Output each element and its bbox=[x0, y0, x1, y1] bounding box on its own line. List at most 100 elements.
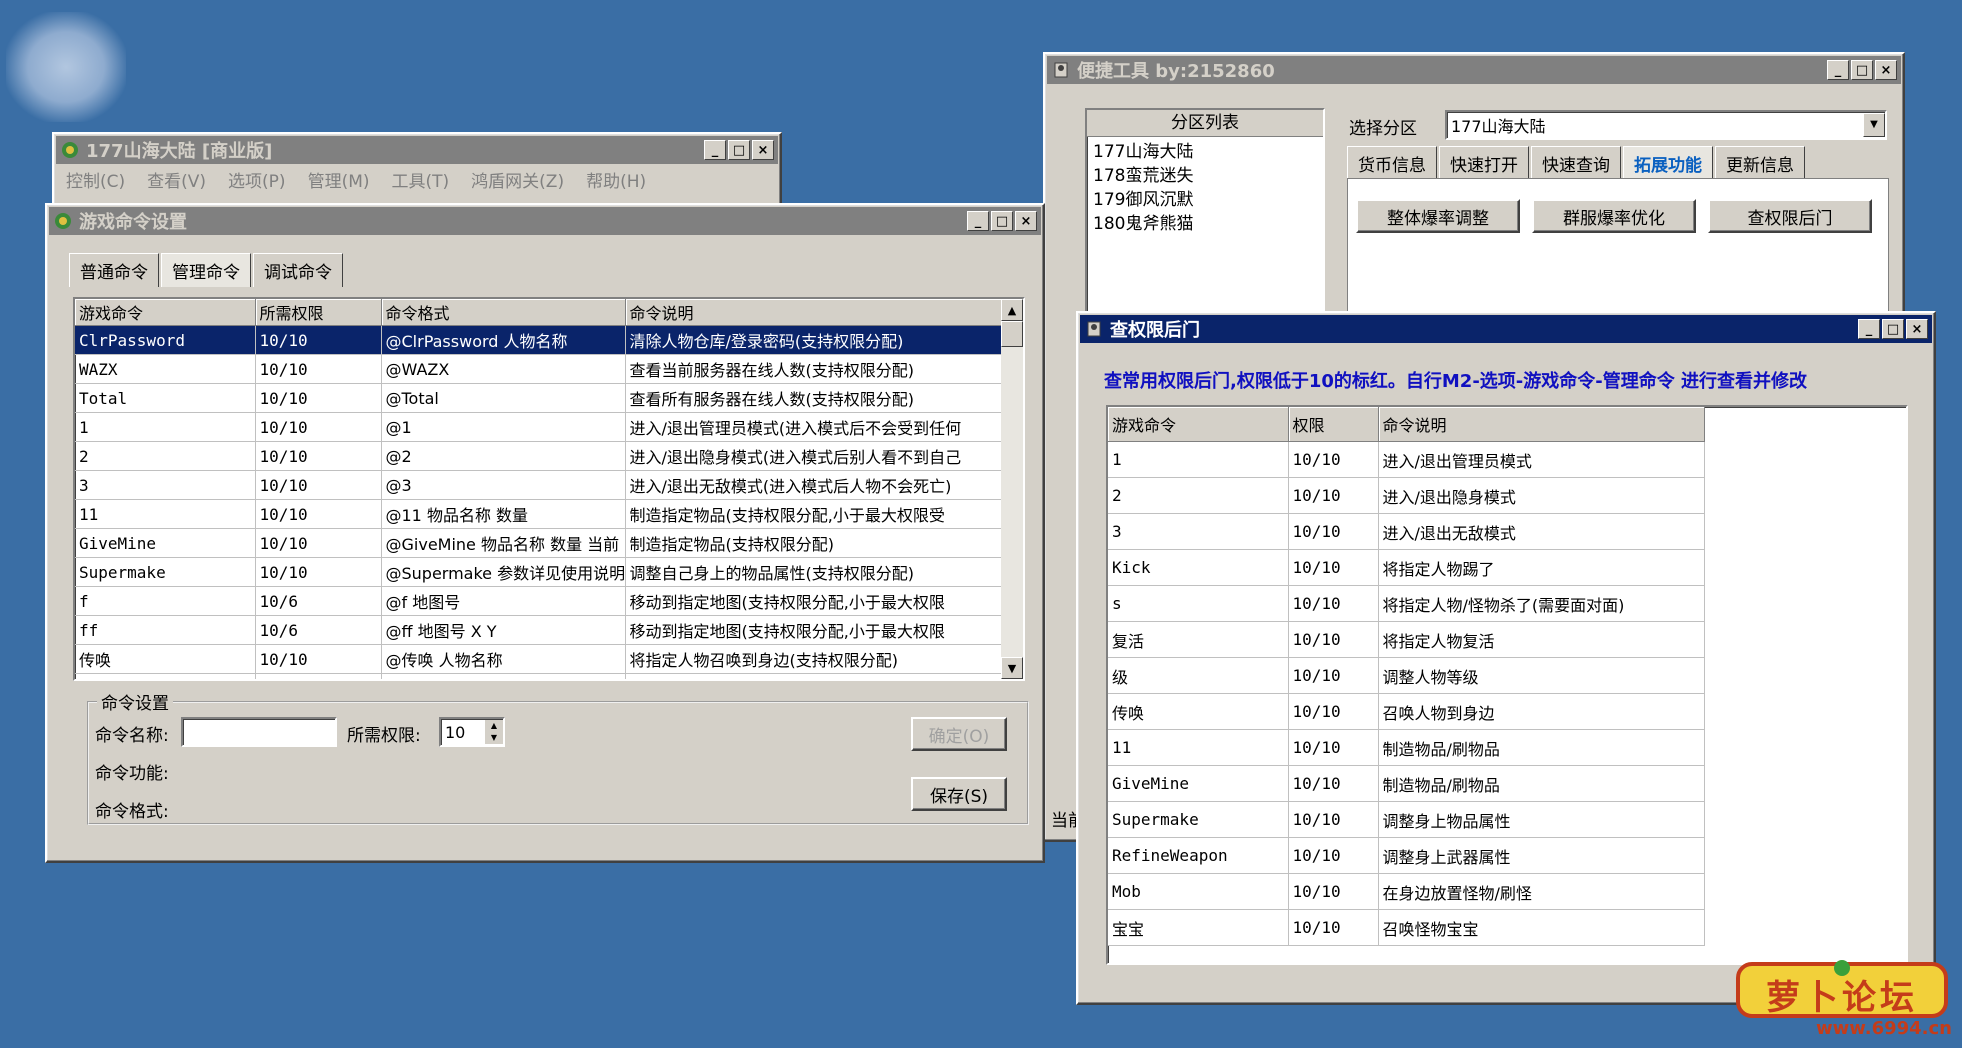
maximize-button[interactable]: □ bbox=[991, 211, 1013, 231]
col-command[interactable]: 游戏命令 bbox=[1108, 407, 1289, 442]
drop-rate-adjust-button[interactable]: 整体爆率调整 bbox=[1356, 199, 1520, 233]
col-description[interactable]: 命令说明 bbox=[1378, 407, 1705, 442]
table-row[interactable]: Kick 10/10 将指定人物踢了 bbox=[1108, 549, 1705, 586]
scroll-thumb[interactable] bbox=[1001, 321, 1023, 347]
tab-quick-open[interactable]: 快速打开 bbox=[1439, 146, 1529, 180]
col-command[interactable]: 游戏命令 bbox=[75, 299, 256, 326]
tab-admin-commands[interactable]: 管理命令 bbox=[161, 253, 251, 287]
scroll-up-button[interactable]: ▲ bbox=[1001, 299, 1023, 321]
table-row[interactable]: 1 10/10 进入/退出管理员模式 bbox=[1108, 441, 1705, 478]
table-row[interactable]: 宝宝 10/10 召唤怪物宝宝 bbox=[1108, 909, 1705, 946]
partition-item[interactable]: 179御风沉默 bbox=[1087, 185, 1323, 210]
tab-updates[interactable]: 更新信息 bbox=[1715, 146, 1805, 180]
menu-manage[interactable]: 管理(M) bbox=[308, 167, 370, 192]
table-row[interactable]: Mob 10/10 在身边放置怪物/刷怪 bbox=[1108, 873, 1705, 910]
cell-description: 清除人物仓库/登录密码(支持权限分配) bbox=[625, 325, 1002, 355]
minimize-button[interactable]: _ bbox=[1858, 319, 1880, 339]
col-permission[interactable]: 所需权限 bbox=[255, 299, 382, 326]
table-row[interactable]: ClrPassword 10/10 @ClrPassword 人物名称 清除人物仓库/… bbox=[75, 325, 1002, 355]
table-row[interactable]: Supermake 10/10 调整身上物品属性 bbox=[1108, 801, 1705, 838]
desktop-icon[interactable] bbox=[6, 12, 126, 122]
save-button[interactable]: 保存(S) bbox=[911, 777, 1007, 811]
chevron-down-icon[interactable]: ▼ bbox=[1863, 113, 1885, 137]
tool-window-titlebar[interactable]: 便捷工具 by:2152860 _ □ × bbox=[1047, 56, 1901, 84]
col-permission[interactable]: 权限 bbox=[1288, 407, 1379, 442]
group-drop-optimize-button[interactable]: 群服爆率优化 bbox=[1532, 199, 1696, 233]
table-row[interactable]: 2 10/10 进入/退出隐身模式 bbox=[1108, 477, 1705, 514]
partition-item[interactable]: 177山海大陆 bbox=[1087, 137, 1323, 162]
cell-description: 制造物品/刷物品 bbox=[1378, 765, 1705, 802]
required-permission-label: 所需权限: bbox=[347, 726, 421, 746]
tab-debug-commands[interactable]: 调试命令 bbox=[253, 253, 343, 287]
col-format[interactable]: 命令格式 bbox=[381, 299, 626, 326]
table-row[interactable]: 跟踪10/10@跟踪 人物名称跟踪指定人物(支持权限分配) bbox=[75, 673, 1002, 679]
table-row[interactable]: 1 10/10 @1 进入/退出管理员模式(进入模式后不会受到任何 bbox=[75, 412, 1002, 442]
partition-item[interactable]: 178蛮荒迷失 bbox=[1087, 161, 1323, 186]
cell-permission: 10/10 bbox=[1288, 765, 1379, 802]
ok-button[interactable]: 确定(O) bbox=[911, 717, 1007, 751]
backdoor-grid: 游戏命令 权限 命令说明 1 10/10 进入/退出管理员模式 2 10/10 进入/退出… bbox=[1108, 407, 1705, 946]
partition-item[interactable]: 180鬼斧熊猫 bbox=[1087, 209, 1323, 234]
tab-quick-query[interactable]: 快速查询 bbox=[1531, 146, 1621, 180]
minimize-button[interactable]: _ bbox=[967, 211, 989, 231]
table-row[interactable]: s 10/10 将指定人物/怪物杀了(需要面对面) bbox=[1108, 585, 1705, 622]
close-button[interactable]: × bbox=[1875, 60, 1897, 80]
tab-normal-commands[interactable]: 普通命令 bbox=[69, 253, 159, 287]
menu-gateway[interactable]: 鸿盾网关(Z) bbox=[471, 167, 564, 192]
table-row[interactable]: 级 10/10 调整人物等级 bbox=[1108, 657, 1705, 694]
minimize-button[interactable]: _ bbox=[704, 140, 726, 160]
main-window-titlebar[interactable]: 177山海大陆 [商业版] _ □ × bbox=[56, 136, 778, 164]
cell-command: 3 bbox=[75, 470, 256, 500]
tab-currency[interactable]: 货币信息 bbox=[1347, 146, 1437, 180]
check-backdoor-button[interactable]: 查权限后门 bbox=[1708, 199, 1872, 233]
scroll-down-button[interactable]: ▼ bbox=[1001, 657, 1023, 679]
app-icon bbox=[53, 211, 73, 231]
table-row[interactable]: 11 10/10 @11 物品名称 数量 制造指定物品(支持权限分配,小于最大权限受 bbox=[75, 499, 1002, 529]
table-row[interactable]: GiveMine 10/10 @GiveMine 物品名称 数量 当前 制造指定物品(… bbox=[75, 528, 1002, 558]
close-button[interactable]: × bbox=[1015, 211, 1037, 231]
table-row[interactable]: ff 10/6 @ff 地图号 X Y 移动到指定地图(支持权限分配,小于最大权限 bbox=[75, 615, 1002, 645]
table-row[interactable]: 传唤 10/10 召唤人物到身边 bbox=[1108, 693, 1705, 730]
backdoor-window-titlebar[interactable]: 查权限后门 _ □ × bbox=[1080, 315, 1932, 343]
command-table-scrollbar[interactable]: ▲ ▼ bbox=[1001, 299, 1023, 679]
main-menubar: 控制(C) 查看(V) 选项(P) 管理(M) 工具(T) 鸿盾网关(Z) 帮助… bbox=[58, 166, 776, 192]
table-row[interactable]: WAZX 10/10 @WAZX 查看当前服务器在线人数(支持权限分配) bbox=[75, 354, 1002, 384]
table-row[interactable]: RefineWeapon 10/10 调整身上武器属性 bbox=[1108, 837, 1705, 874]
cell-permission: 10/10 bbox=[255, 673, 382, 679]
cell-description: 进入/退出无敌模式(进入模式后人物不会死亡) bbox=[625, 470, 1002, 500]
table-row[interactable]: 3 10/10 @3 进入/退出无敌模式(进入模式后人物不会死亡) bbox=[75, 470, 1002, 500]
menu-tools[interactable]: 工具(T) bbox=[392, 167, 450, 192]
menu-view[interactable]: 查看(V) bbox=[147, 167, 206, 192]
col-description[interactable]: 命令说明 bbox=[625, 299, 1002, 326]
table-row[interactable]: 复活 10/10 将指定人物复活 bbox=[1108, 621, 1705, 658]
command-name-input[interactable] bbox=[181, 717, 337, 747]
cell-command: 11 bbox=[1108, 729, 1289, 766]
menu-options[interactable]: 选项(P) bbox=[228, 167, 286, 192]
table-row[interactable]: 传唤 10/10 @传唤 人物名称 将指定人物召唤到身边(支持权限分配) bbox=[75, 644, 1002, 674]
menu-control[interactable]: 控制(C) bbox=[66, 167, 125, 192]
table-row[interactable]: Supermake 10/10 @Supermake 参数详见使用说明 调整自己身上的… bbox=[75, 557, 1002, 587]
close-button[interactable]: × bbox=[752, 140, 774, 160]
menu-help[interactable]: 帮助(H) bbox=[586, 167, 646, 192]
minimize-button[interactable]: _ bbox=[1827, 60, 1849, 80]
cell-permission: 10/10 bbox=[1288, 549, 1379, 586]
table-row[interactable]: Total 10/10 @Total 查看所有服务器在线人数(支持权限分配) bbox=[75, 383, 1002, 413]
tab-extensions[interactable]: 拓展功能 bbox=[1623, 146, 1713, 180]
table-row[interactable]: 11 10/10 制造物品/刷物品 bbox=[1108, 729, 1705, 766]
cell-format: @跟踪 人物名称 bbox=[381, 673, 626, 679]
maximize-button[interactable]: □ bbox=[1851, 60, 1873, 80]
table-row[interactable]: GiveMine 10/10 制造物品/刷物品 bbox=[1108, 765, 1705, 802]
stepper-arrows-icon[interactable]: ▲ ▼ bbox=[485, 720, 503, 744]
table-row[interactable]: 3 10/10 进入/退出无敌模式 bbox=[1108, 513, 1705, 550]
maximize-button[interactable]: □ bbox=[728, 140, 750, 160]
maximize-button[interactable]: □ bbox=[1882, 319, 1904, 339]
command-window-titlebar[interactable]: 游戏命令设置 _ □ × bbox=[49, 207, 1041, 235]
cell-permission: 10/10 bbox=[1288, 837, 1379, 874]
cell-format: @WAZX bbox=[381, 354, 626, 384]
permission-stepper[interactable]: 10 ▲ ▼ bbox=[439, 717, 505, 747]
cell-command: WAZX bbox=[75, 354, 256, 384]
close-button[interactable]: × bbox=[1906, 319, 1928, 339]
table-row[interactable]: f 10/6 @f 地图号 移动到指定地图(支持权限分配,小于最大权限 bbox=[75, 586, 1002, 616]
table-row[interactable]: 2 10/10 @2 进入/退出隐身模式(进入模式后别人看不到自己 bbox=[75, 441, 1002, 471]
partition-select[interactable]: 177山海大陆 ▼ bbox=[1445, 110, 1887, 140]
